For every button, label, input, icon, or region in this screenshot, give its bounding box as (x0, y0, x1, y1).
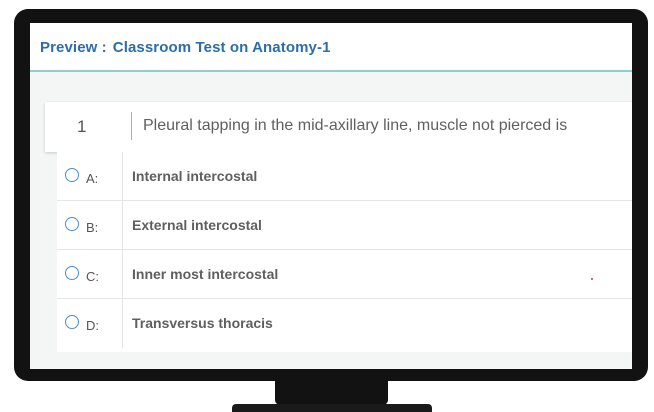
option-d-radio[interactable] (65, 315, 79, 329)
option-c[interactable]: C: Inner most intercostal (57, 250, 632, 299)
option-d-text: Transversus thoracis (132, 315, 273, 331)
stray-red-dot (591, 278, 593, 280)
question-card: 1 Pleural tapping in the mid-axillary li… (45, 102, 632, 152)
option-a-letter: A: (86, 171, 99, 186)
page-title: Preview : Classroom Test on Anatomy-1 (40, 39, 331, 56)
option-c-selector: C: (57, 250, 123, 298)
preview-header: Preview : Classroom Test on Anatomy-1 (30, 23, 632, 72)
option-a[interactable]: A: Internal intercostal (57, 152, 632, 201)
option-c-letter: C: (86, 269, 99, 284)
monitor-stand (275, 379, 388, 405)
monitor-screen: Preview : Classroom Test on Anatomy-1 1 P… (30, 23, 632, 369)
monitor-bezel: Preview : Classroom Test on Anatomy-1 1 P… (14, 9, 648, 381)
options-list: A: Internal intercostal B: External inte… (57, 152, 632, 352)
option-d-letter: D: (86, 318, 99, 333)
option-c-text: Inner most intercostal (132, 266, 279, 282)
option-c-radio[interactable] (65, 266, 79, 280)
option-b-selector: B: (57, 201, 123, 249)
question-number: 1 (77, 117, 87, 136)
option-b[interactable]: B: External intercostal (57, 201, 632, 250)
option-a-selector: A: (57, 152, 123, 200)
preview-label: Preview : (40, 39, 107, 56)
monitor-base (232, 404, 432, 412)
stage: Preview : Classroom Test on Anatomy-1 1 P… (0, 0, 654, 412)
option-b-letter: B: (86, 220, 99, 235)
option-d-selector: D: (57, 299, 123, 348)
test-name: Classroom Test on Anatomy-1 (112, 39, 331, 56)
option-b-text: External intercostal (132, 217, 262, 233)
question-divider (131, 112, 132, 140)
option-a-radio[interactable] (65, 168, 79, 182)
option-d[interactable]: D: Transversus thoracis (57, 299, 632, 348)
option-b-radio[interactable] (65, 217, 79, 231)
option-a-text: Internal intercostal (132, 168, 258, 184)
question-text: Pleural tapping in the mid-axillary line… (143, 117, 568, 134)
